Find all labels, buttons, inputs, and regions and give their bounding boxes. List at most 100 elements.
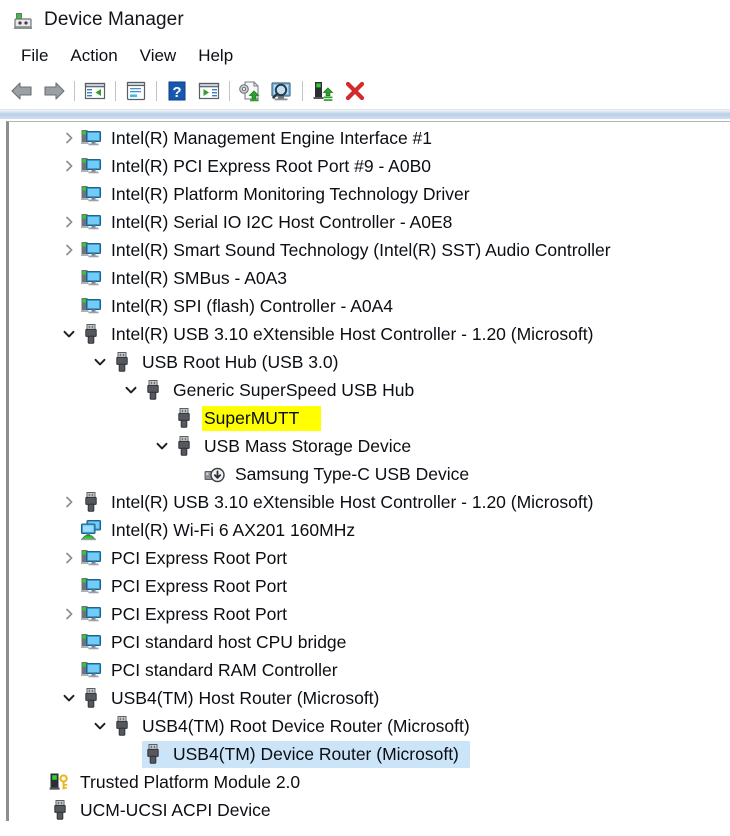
tree-row[interactable]: USB Mass Storage Device xyxy=(9,432,730,460)
chevron-right-icon[interactable] xyxy=(58,152,80,180)
toolbar-separator xyxy=(302,80,303,101)
update-driver-icon[interactable] xyxy=(234,76,266,106)
tree-row-label: PCI standard host CPU bridge xyxy=(111,631,347,652)
tree-row-label: USB4(TM) Device Router (Microsoft) xyxy=(171,741,462,767)
help-icon[interactable]: ? xyxy=(161,76,193,106)
chevron-down-icon[interactable] xyxy=(151,432,173,460)
tree-row[interactable]: PCI Express Root Port xyxy=(9,572,730,600)
usb-device-icon xyxy=(80,323,102,345)
chevron-right-icon[interactable] xyxy=(58,544,80,572)
tree-row[interactable]: PCI Express Root Port xyxy=(9,544,730,572)
usb-device-icon xyxy=(111,351,133,373)
tree-row-label: Intel(R) SMBus - A0A3 xyxy=(111,267,288,288)
menu-file[interactable]: File xyxy=(10,44,59,68)
tree-row[interactable]: USB4(TM) Root Device Router (Microsoft) xyxy=(9,712,730,740)
chevron-down-icon[interactable] xyxy=(120,376,142,404)
uninstall-device-icon[interactable] xyxy=(339,76,371,106)
toolbar-bottom-band xyxy=(0,110,730,119)
tree-row[interactable]: Intel(R) Wi-Fi 6 AX201 160MHz xyxy=(9,516,730,544)
forward-arrow-icon[interactable] xyxy=(38,76,70,106)
device-tree-panel[interactable]: Intel(R) Management Engine Interface #1 I… xyxy=(6,121,730,821)
security-device-icon xyxy=(49,771,71,793)
tree-row-label: SuperMUTT xyxy=(202,405,322,431)
tree-row[interactable]: PCI Express Root Port xyxy=(9,600,730,628)
system-device-icon xyxy=(80,239,102,261)
title-bar: Device Manager xyxy=(0,0,730,40)
chevron-down-icon[interactable] xyxy=(58,684,80,712)
tree-row[interactable]: SuperMUTT xyxy=(9,404,730,432)
disable-device-icon[interactable] xyxy=(307,76,339,106)
tree-row-label: Samsung Type-C USB Device xyxy=(235,463,470,484)
tree-row-label: Intel(R) SPI (flash) Controller - A0A4 xyxy=(111,295,394,316)
tree-row-label: PCI standard RAM Controller xyxy=(111,659,338,680)
tree-row-label: Intel(R) Smart Sound Technology (Intel(R… xyxy=(111,239,611,260)
system-device-icon xyxy=(80,295,102,317)
menu-action[interactable]: Action xyxy=(59,44,128,68)
menu-view[interactable]: View xyxy=(129,44,188,68)
show-hide-action-pane-icon[interactable] xyxy=(193,76,225,106)
usb-device-icon xyxy=(80,491,102,513)
system-device-icon xyxy=(80,211,102,233)
tree-row-label: Intel(R) USB 3.10 eXtensible Host Contro… xyxy=(111,491,594,512)
usb-device-icon xyxy=(49,799,71,821)
toolbar: ? xyxy=(0,72,730,110)
back-arrow-icon[interactable] xyxy=(6,76,38,106)
chevron-right-icon[interactable] xyxy=(58,208,80,236)
tree-row[interactable]: PCI standard RAM Controller xyxy=(9,656,730,684)
tree-row-label: PCI Express Root Port xyxy=(111,547,288,568)
tree-row-label: USB4(TM) Host Router (Microsoft) xyxy=(111,687,380,708)
usb-device-icon xyxy=(142,379,164,401)
scan-hardware-changes-icon[interactable] xyxy=(266,76,298,106)
chevron-right-icon[interactable] xyxy=(58,600,80,628)
tree-row-label: Intel(R) Platform Monitoring Technology … xyxy=(111,183,470,204)
tree-row[interactable]: Trusted Platform Module 2.0 xyxy=(9,768,730,796)
selected-row-content[interactable]: USB4(TM) Device Router (Microsoft) xyxy=(142,740,470,768)
tree-row[interactable]: Samsung Type-C USB Device xyxy=(9,460,730,488)
system-device-icon xyxy=(80,267,102,289)
chevron-right-icon[interactable] xyxy=(58,124,80,152)
device-tree[interactable]: Intel(R) Management Engine Interface #1 I… xyxy=(9,122,730,821)
tree-row-label: USB4(TM) Root Device Router (Microsoft) xyxy=(142,715,470,736)
tree-row[interactable]: PCI standard host CPU bridge xyxy=(9,628,730,656)
chevron-down-icon[interactable] xyxy=(89,712,111,740)
tree-row[interactable]: Generic SuperSpeed USB Hub xyxy=(9,376,730,404)
tree-row[interactable]: Intel(R) Platform Monitoring Technology … xyxy=(9,180,730,208)
menu-help[interactable]: Help xyxy=(187,44,244,68)
svg-text:?: ? xyxy=(172,84,181,101)
chevron-right-icon[interactable] xyxy=(58,236,80,264)
window-title: Device Manager xyxy=(44,9,184,30)
properties-icon[interactable] xyxy=(120,76,152,106)
tree-row[interactable]: Intel(R) SMBus - A0A3 xyxy=(9,264,730,292)
tree-row[interactable]: Intel(R) USB 3.10 eXtensible Host Contro… xyxy=(9,320,730,348)
show-hide-console-tree-icon[interactable] xyxy=(79,76,111,106)
system-device-icon xyxy=(80,127,102,149)
tree-row-label: Intel(R) Management Engine Interface #1 xyxy=(111,127,433,148)
toolbar-separator xyxy=(229,80,230,101)
tree-row[interactable]: Intel(R) PCI Express Root Port #9 - A0B0 xyxy=(9,152,730,180)
tree-row[interactable]: Intel(R) SPI (flash) Controller - A0A4 xyxy=(9,292,730,320)
tree-row[interactable]: USB4(TM) Device Router (Microsoft) xyxy=(9,740,730,768)
tree-row[interactable]: UCM-UCSI ACPI Device xyxy=(9,796,730,821)
tree-row-label: Generic SuperSpeed USB Hub xyxy=(173,379,415,400)
tree-row[interactable]: USB Root Hub (USB 3.0) xyxy=(9,348,730,376)
tree-row[interactable]: Intel(R) Smart Sound Technology (Intel(R… xyxy=(9,236,730,264)
chevron-down-icon[interactable] xyxy=(89,348,111,376)
tree-row-label: UCM-UCSI ACPI Device xyxy=(80,799,271,820)
usb-device-icon xyxy=(80,687,102,709)
tree-row[interactable]: Intel(R) Management Engine Interface #1 xyxy=(9,124,730,152)
tree-row[interactable]: Intel(R) Serial IO I2C Host Controller -… xyxy=(9,208,730,236)
chevron-down-icon[interactable] xyxy=(58,320,80,348)
tree-row[interactable]: Intel(R) USB 3.10 eXtensible Host Contro… xyxy=(9,488,730,516)
usb-device-icon xyxy=(142,743,164,765)
tree-row-label: USB Mass Storage Device xyxy=(204,435,412,456)
tree-row-label: PCI Express Root Port xyxy=(111,575,288,596)
tree-row-label: Intel(R) Serial IO I2C Host Controller -… xyxy=(111,211,453,232)
tree-row[interactable]: USB4(TM) Host Router (Microsoft) xyxy=(9,684,730,712)
chevron-right-icon[interactable] xyxy=(58,488,80,516)
system-device-icon xyxy=(80,547,102,569)
